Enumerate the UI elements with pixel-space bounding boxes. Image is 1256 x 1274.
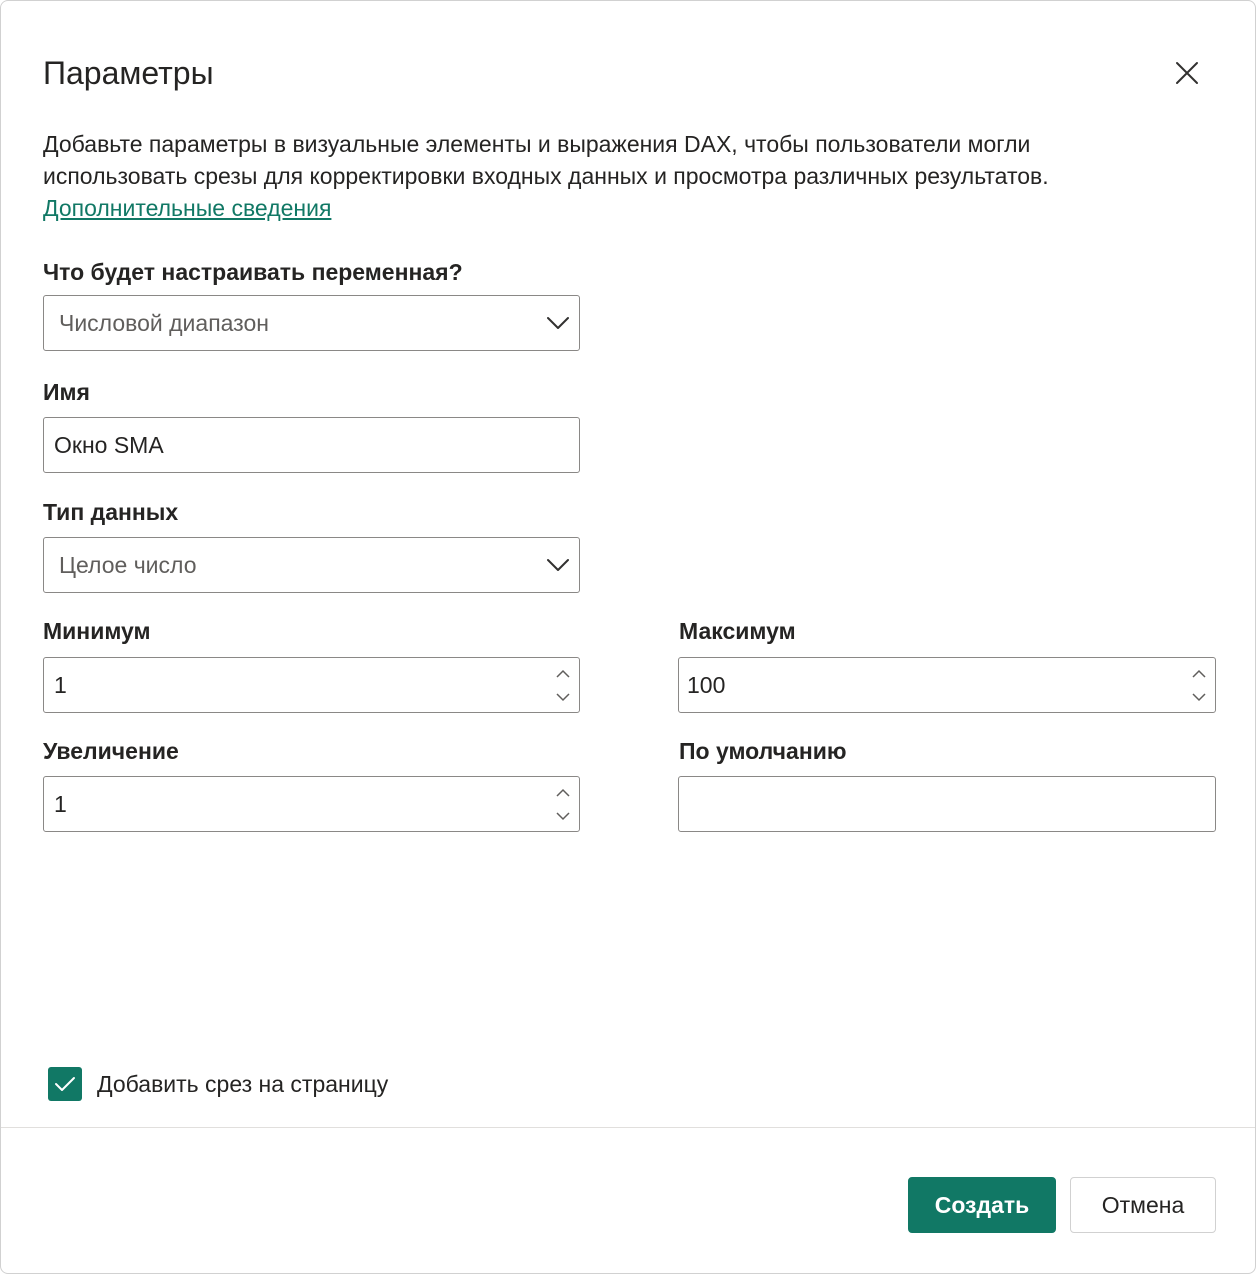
maximum-spinner — [1189, 663, 1209, 707]
add-slicer-label: Добавить срез на страницу — [97, 1070, 389, 1097]
variable-type-value: Числовой диапазон — [59, 309, 269, 336]
dialog-title: Параметры — [43, 55, 214, 91]
maximum-label: Максимум — [679, 618, 796, 644]
default-label: По умолчанию — [679, 738, 847, 764]
minimum-label: Минимум — [43, 618, 151, 644]
data-type-value: Целое число — [59, 551, 197, 578]
name-value: Окно SMA — [54, 431, 164, 458]
close-icon — [1176, 62, 1198, 84]
close-button[interactable] — [1167, 53, 1207, 93]
chevron-down-icon[interactable] — [553, 687, 573, 707]
minimum-value: 1 — [54, 671, 67, 698]
increment-label: Увеличение — [43, 738, 179, 764]
chevron-down-icon — [547, 554, 569, 576]
chevron-down-icon — [547, 312, 569, 334]
create-button[interactable]: Создать — [908, 1177, 1056, 1233]
variable-type-dropdown[interactable]: Числовой диапазон — [43, 295, 580, 351]
data-type-label: Тип данных — [43, 499, 179, 525]
checkmark-icon — [55, 1077, 75, 1091]
minimum-input[interactable]: 1 — [43, 657, 580, 713]
chevron-up-icon[interactable] — [553, 782, 573, 802]
increment-spinner — [553, 782, 573, 826]
name-label: Имя — [43, 379, 90, 405]
variable-type-label: Что будет настраивать переменная? — [43, 259, 463, 285]
increment-input[interactable]: 1 — [43, 776, 580, 832]
parameters-dialog: Параметры Добавьте параметры в визуальны… — [0, 0, 1256, 1274]
footer-divider — [1, 1127, 1255, 1128]
maximum-input[interactable]: 100 — [678, 657, 1216, 713]
minimum-spinner — [553, 663, 573, 707]
cancel-button[interactable]: Отмена — [1070, 1177, 1216, 1233]
chevron-down-icon[interactable] — [553, 806, 573, 826]
description-line-2: использовать срезы для корректировки вхо… — [43, 163, 1049, 189]
description-line-1: Добавьте параметры в визуальные элементы… — [43, 131, 1031, 157]
chevron-up-icon[interactable] — [1189, 663, 1209, 683]
learn-more-link[interactable]: Дополнительные сведения — [43, 195, 331, 221]
increment-value: 1 — [54, 790, 67, 817]
add-slicer-checkbox[interactable] — [48, 1067, 82, 1101]
chevron-up-icon[interactable] — [553, 663, 573, 683]
maximum-value: 100 — [687, 671, 726, 698]
data-type-dropdown[interactable]: Целое число — [43, 537, 580, 593]
dialog-description: Добавьте параметры в визуальные элементы… — [43, 128, 1203, 224]
name-input[interactable]: Окно SMA — [43, 417, 580, 473]
chevron-down-icon[interactable] — [1189, 687, 1209, 707]
add-slicer-checkbox-row[interactable]: Добавить срез на страницу — [48, 1067, 388, 1101]
default-input[interactable] — [678, 776, 1216, 832]
